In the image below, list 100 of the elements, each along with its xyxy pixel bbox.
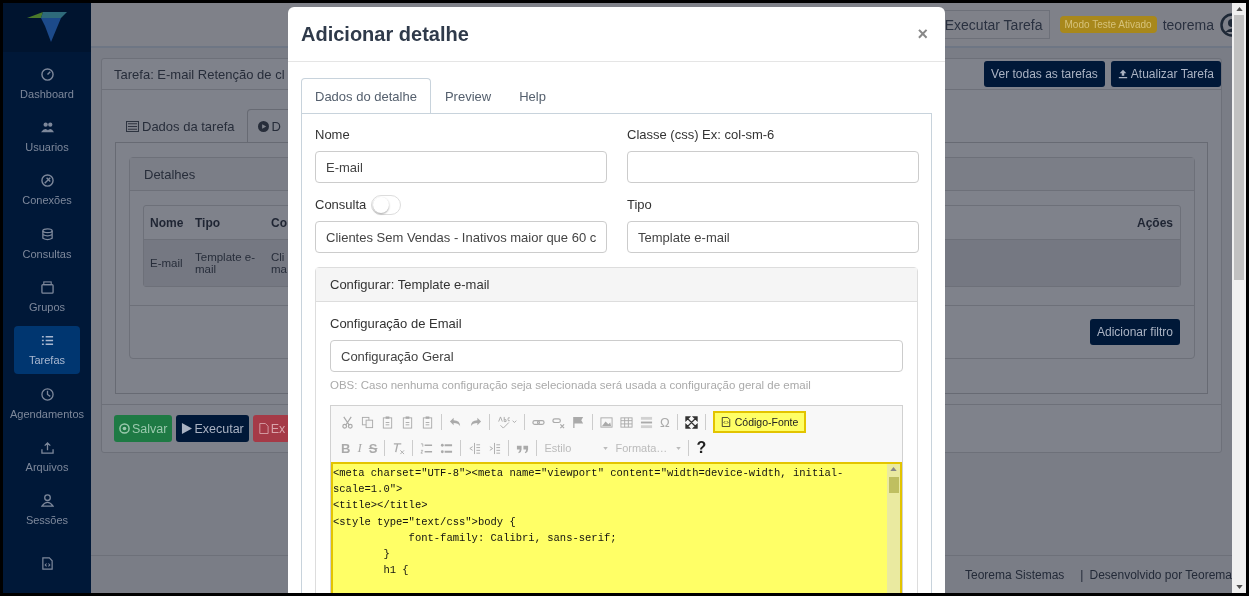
panel-title: Detalhes [144,166,196,182]
users-icon [40,120,54,134]
code-line: <meta charset="UTF-8"><meta name="viewport" content="width=device-width, initial- [333,466,845,481]
close-button[interactable]: × [913,23,932,45]
tab[interactable]: Help [505,78,560,113]
email-config-select[interactable]: Configuração Geral [330,340,903,372]
toggle-switch[interactable] [371,194,402,215]
add-filter-button[interactable]: Adicionar filtro [1089,319,1180,345]
table-cell-text: Template e-mail [194,251,257,275]
horizontal-line-icon[interactable] [640,415,653,429]
field-label: Tipo [627,197,653,212]
tab[interactable]: Preview [430,78,506,113]
help-text: OBS: Caso nenhuma configuração seja selecionada será usada a configuração geral de email [330,379,812,391]
developer-credit: Desenvolvido por Teorema [1089,567,1232,582]
code-file-icon [40,557,54,570]
action-button[interactable]: Ex [252,415,291,442]
sidebar-item[interactable]: Arquivos [14,433,80,481]
field-label: Classe (css) Ex: col-sm-6 [627,127,776,142]
clipboard-icon[interactable] [401,415,414,429]
maximize-icon[interactable] [684,415,698,429]
scroll-down-icon[interactable] [1235,585,1243,589]
source-code-area[interactable]: <meta charset="UTF-8"><meta name="viewport" content="width=device-width, initial- scale=1.0"> <title></title> <style type="text/css">body { font-family: Calibri, sans-serif; } h1 { [331,462,902,593]
css-class-field[interactable] [627,151,919,183]
field-label: Configuração de Email [330,316,463,331]
update-task-button[interactable]: Atualizar Tarefa [1110,61,1221,87]
company-name: Teorema Sistemas [964,567,1065,582]
sidebar-item[interactable]: Usuarios [14,113,80,161]
clock-icon [40,387,54,401]
column-header: Nome [149,215,185,230]
scroll-thumb[interactable] [888,477,899,493]
code-line: scale=1.0"> [333,482,404,498]
column-header: Co [270,215,287,230]
name-field[interactable]: E-mail [315,151,607,183]
table-icon[interactable] [620,415,633,429]
indent-icon[interactable] [488,441,502,455]
scrollbar[interactable] [1232,3,1246,593]
sidebar-item[interactable]: Tarefas [14,326,80,375]
person-icon [40,494,54,508]
scroll-thumb[interactable] [1234,15,1244,280]
remove-format-icon[interactable] [392,441,406,455]
table-cell-text: E-mail [149,257,184,269]
type-select[interactable]: Template e-mail [627,221,919,253]
play-icon [181,423,193,434]
code-line: } [382,547,391,562]
file-icon [257,423,269,434]
image-icon[interactable] [600,415,613,429]
action-button[interactable]: Executar [176,415,249,442]
tab[interactable]: Dados da tarefa [115,109,247,142]
test-mode-badge: Modo Teste Ativado [1059,16,1157,33]
action-button[interactable]: Salvar [114,415,173,442]
copy-icon[interactable] [361,415,374,429]
upload-icon [1117,69,1128,79]
scroll-up-icon[interactable] [1235,7,1243,11]
query-select[interactable]: Clientes Sem Vendas - Inativos maior que 60 c [315,221,607,253]
sidebar-item[interactable]: Conexões [14,166,80,215]
plug-icon [40,174,54,188]
gauge-icon [40,67,54,81]
caret-icon [603,446,609,450]
column-header: Ações [1135,215,1174,230]
database-icon [40,227,54,241]
flag-icon[interactable] [572,415,585,429]
task-title: Tarefa: E-mail Retenção de cl [114,66,285,82]
spellcheck-icon[interactable] [497,415,517,429]
box-icon [40,280,54,294]
circle-dot-icon [119,423,130,434]
field-label: Nome [315,127,351,142]
modal-title: Adicionar detalhe [301,22,469,46]
footer-separator: | [1080,567,1084,582]
sidebar-item[interactable]: Sessões [14,486,80,535]
column-header: Tipo [194,215,222,230]
clipboard-icon[interactable] [381,415,394,429]
help-button[interactable]: ? [696,439,707,457]
table-cell-text: Cli ma [270,251,287,275]
code-file-icon [720,417,731,427]
field-label: Consulta [315,197,367,212]
scissors-icon[interactable] [341,415,354,429]
outdent-icon[interactable] [468,441,482,455]
numbered-list-icon[interactable] [420,441,434,455]
code-line: <title></title> [333,498,429,514]
source-code-button[interactable]: Código-Fonte [712,411,807,433]
caret-icon [676,446,682,450]
upload-icon [40,440,54,454]
sidebar-item[interactable]: Consultas [14,219,80,268]
bullet-list-icon[interactable] [440,441,454,455]
sidebar-item[interactable]: Grupos [14,273,80,321]
tab[interactable]: Dados do detalhe [301,78,431,113]
sidebar-item[interactable]: Dashboard [14,59,80,108]
list-icon [126,120,139,132]
code-line: font-family: Calibri, sans-serif; [407,530,618,546]
panel-title: Configurar: Template e-mail [330,277,490,292]
clipboard-icon[interactable] [421,415,434,429]
code-line: <style type="text/css">body { [333,514,517,530]
code-line: h1 { [382,563,410,579]
unlink-icon[interactable] [552,415,565,429]
play-icon [257,120,269,132]
list-icon [40,334,54,348]
user-name: teorema [1162,16,1214,33]
logo-icon [27,12,67,43]
scrollbar[interactable] [887,464,900,593]
all-tasks-button[interactable]: Ver todas as tarefas [984,61,1105,87]
